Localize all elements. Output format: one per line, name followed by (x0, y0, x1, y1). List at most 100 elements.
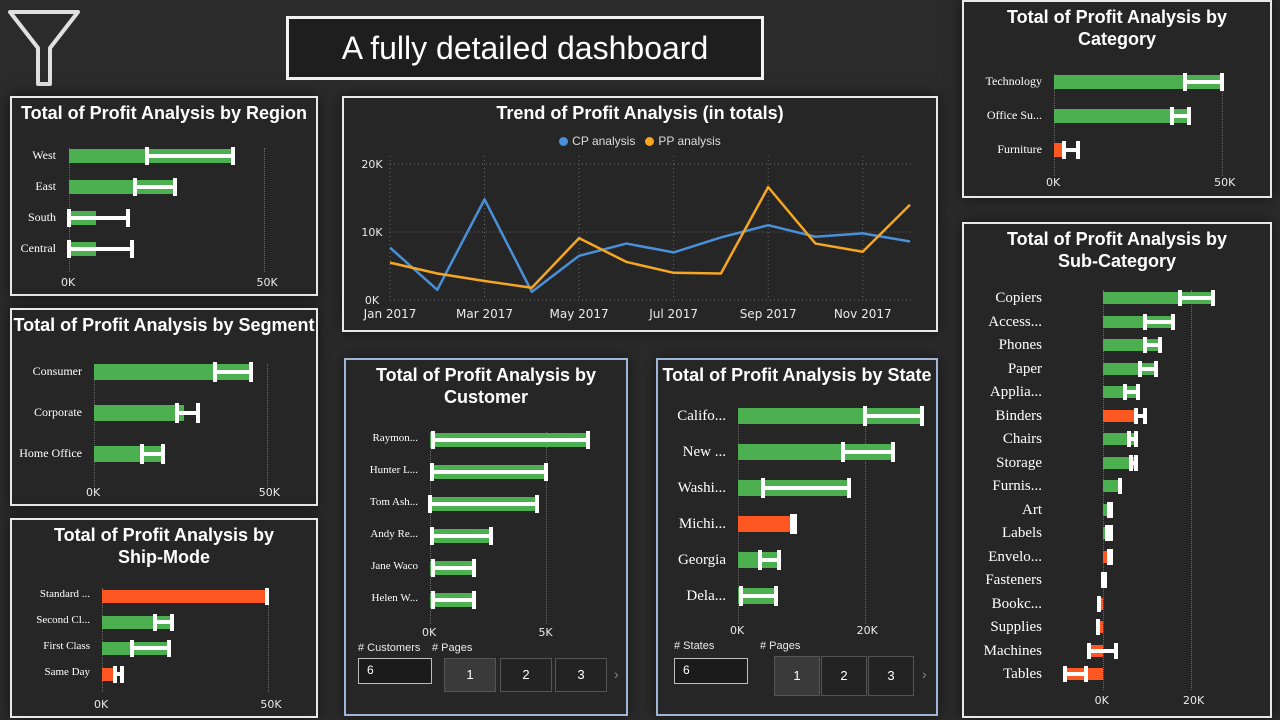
whisker-cap (1133, 431, 1138, 447)
whisker-cap (1108, 525, 1113, 541)
whisker-cap (1135, 384, 1140, 400)
x-tick-label: 20K (856, 624, 878, 637)
marker-cap (1062, 141, 1067, 159)
state-chart-panel[interactable]: Total of Profit Analysis by State # Stat… (656, 358, 938, 716)
shipmode-chart-panel[interactable]: Total of Profit Analysis by Ship-Mode 0K… (10, 518, 318, 718)
title-line: Category (1077, 29, 1157, 49)
bar[interactable] (1054, 109, 1189, 123)
category-label: Califo... (677, 408, 726, 424)
page-button-1[interactable]: 1 (774, 656, 820, 696)
customers-count-input[interactable]: 6 (358, 658, 432, 684)
marker-cap (145, 147, 150, 165)
whisker-cap (1211, 290, 1216, 306)
category-label: Central (20, 241, 56, 255)
x-tick-label: 0K (1094, 694, 1109, 707)
whisker-cap (1186, 107, 1191, 125)
customer-chart-panel[interactable]: Total of Profit Analysis by Customer # C… (344, 358, 628, 716)
region-chart-panel[interactable]: Total of Profit Analysis by Region 0K 50K… (10, 96, 318, 296)
whisker-cap (166, 639, 171, 657)
category-label: Georgia (677, 552, 726, 568)
category-label: Art (1022, 501, 1042, 518)
marker-cap (428, 495, 432, 513)
whisker-cap (1142, 407, 1147, 424)
whisker-cap (1103, 572, 1108, 588)
page-button-1[interactable]: 1 (444, 658, 496, 692)
page-button-3[interactable]: 3 (868, 656, 914, 696)
category-label: Corporate (34, 405, 82, 419)
segment-chart-title: Total of Profit Analysis by Segment (13, 315, 315, 335)
gridline (94, 364, 95, 487)
whisker-cap (1153, 360, 1158, 377)
funnel-icon[interactable] (6, 8, 82, 88)
whisker (69, 216, 128, 220)
whisker-cap (544, 463, 549, 481)
bar[interactable] (102, 589, 267, 603)
whisker (433, 438, 589, 442)
category-label: Furniture (997, 142, 1042, 156)
whisker-cap (1063, 666, 1068, 682)
marker-cap (739, 586, 744, 606)
whisker (842, 450, 894, 454)
category-chart-title: Total of Profit Analysis by Category (964, 6, 1270, 50)
pages-label: # Pages (432, 642, 473, 654)
bar[interactable] (1102, 409, 1136, 422)
marker-cap (430, 463, 435, 481)
whisker-cap (846, 478, 851, 498)
category-chart-panel[interactable]: Total of Profit Analysis by Category 0K 5… (962, 0, 1272, 198)
page-button-2[interactable]: 2 (821, 656, 867, 696)
region-chart-title: Total of Profit Analysis by Region (20, 103, 308, 123)
marker-cap (840, 442, 845, 462)
next-page-chevron-icon[interactable]: › (922, 666, 927, 682)
whisker-cap (264, 587, 269, 605)
category-label: Tables (1003, 666, 1042, 682)
category-label: Consumer (32, 364, 82, 378)
marker-cap (431, 431, 436, 449)
category-label: Same Day (44, 666, 90, 678)
marker-cap (1127, 431, 1132, 447)
category-label: Supplies (990, 619, 1042, 635)
whisker-cap (249, 362, 254, 382)
whisker (69, 247, 132, 251)
page-button-3[interactable]: 3 (555, 658, 607, 692)
category-label: Standard ... (39, 588, 90, 600)
whisker-cap (195, 403, 200, 423)
segment-chart-panel[interactable]: Total of Profit Analysis by Segment 0K 50… (10, 308, 318, 506)
marker-cap (129, 639, 134, 657)
whisker-cap (119, 665, 124, 683)
x-tick-label: 0K (94, 698, 109, 711)
title-line: Total of Profit Analysis by (375, 365, 597, 385)
category-label: Paper (1007, 360, 1042, 377)
whisker-cap (1118, 478, 1123, 494)
marker-cap (1138, 360, 1143, 377)
whisker-cap (1097, 595, 1102, 612)
subcategory-chart-panel[interactable]: Total of Profit Analysis by Sub-Category… (962, 222, 1272, 718)
marker-cap (1133, 407, 1138, 424)
whisker-cap (231, 147, 236, 165)
whisker-cap (1158, 337, 1163, 353)
whisker-cap (1133, 454, 1138, 471)
page-button-2[interactable]: 2 (500, 658, 552, 692)
x-tick-label: 50K (256, 276, 278, 289)
customer-chart-title: Total of Profit Analysis by Customer (346, 364, 626, 408)
whisker (1065, 672, 1086, 676)
marker-cap (174, 403, 179, 423)
x-tick-label: Jan 2017 (363, 307, 417, 321)
whisker (433, 598, 475, 602)
whisker-cap (472, 559, 477, 577)
x-tick-label: Jul 2017 (648, 307, 698, 321)
marker-cap (1183, 73, 1188, 91)
trend-chart-panel[interactable]: Trend of Profit Analysis (in totals) CP … (342, 96, 938, 332)
whisker (741, 594, 776, 598)
states-count-input[interactable]: 6 (674, 658, 748, 684)
title-line: Total of Profit Analysis by (1006, 7, 1228, 27)
series-line-pp[interactable] (389, 185, 911, 290)
states-count-label: # States (674, 640, 715, 652)
next-page-chevron-icon[interactable]: › (614, 666, 619, 682)
y-tick-label: 20K (361, 158, 383, 171)
gridline (266, 364, 268, 487)
marker-cap (1177, 290, 1182, 306)
subcategory-chart-title: Total of Profit Analysis by Sub-Category (964, 228, 1270, 272)
customers-count-label: # Customers (358, 642, 421, 654)
bar[interactable] (738, 516, 795, 532)
bar[interactable] (94, 405, 184, 421)
